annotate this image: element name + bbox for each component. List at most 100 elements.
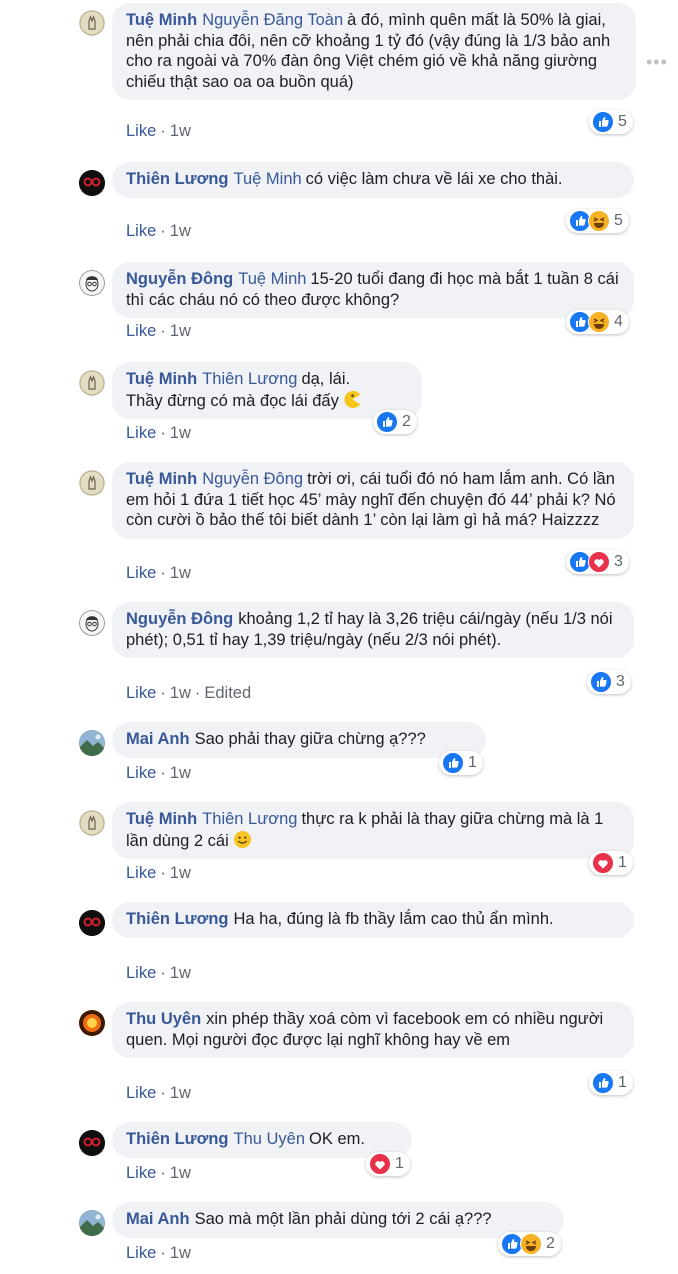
reaction-summary[interactable]: 5 — [589, 110, 633, 134]
comment-author[interactable]: Nguyễn Đông — [126, 610, 233, 628]
mention[interactable]: Thiên Lương — [202, 370, 297, 388]
like-button[interactable]: Like — [126, 1084, 156, 1102]
comment-text: à đó, mình quên mất là 50% là giai, nên … — [126, 11, 611, 91]
comment-author[interactable]: Tuệ Minh — [126, 810, 197, 828]
sketch-face-avatar-icon — [79, 610, 105, 636]
comment-text: Ha ha, đúng là fb thầy lắm cao thủ ẩn mì… — [233, 910, 554, 928]
timestamp[interactable]: 1w — [170, 222, 191, 240]
avatar[interactable] — [79, 10, 105, 36]
comment-bubble: Tuệ Minh Nguyễn Đăng Toàn à đó, mình quên … — [112, 3, 636, 100]
reaction-summary[interactable]: 1 — [589, 851, 633, 875]
timestamp[interactable]: 1w — [170, 1164, 191, 1182]
avatar[interactable] — [79, 270, 105, 296]
comment-author[interactable]: Thiên Lương — [126, 170, 229, 188]
hand-avatar-icon — [79, 10, 105, 36]
comment-actions: Like · 1w — [126, 964, 191, 982]
like-button[interactable]: Like — [126, 764, 156, 782]
like-button[interactable]: Like — [126, 964, 156, 982]
avatar[interactable] — [79, 470, 105, 496]
comment-bubble: Tuệ Minh Thiên Lương thực ra k phải là tha… — [112, 802, 634, 859]
comment-author[interactable]: Mai Anh — [126, 1210, 190, 1228]
comment-actions: Like · 1w — [126, 322, 191, 340]
comment-author[interactable]: Thiên Lương — [126, 1130, 229, 1148]
like-button[interactable]: Like — [126, 122, 156, 140]
timestamp[interactable]: 1w — [170, 964, 191, 982]
avatar[interactable] — [79, 1010, 105, 1036]
timestamp[interactable]: 1w — [170, 1244, 191, 1262]
timestamp[interactable]: 1w — [170, 1084, 191, 1102]
like-button[interactable]: Like — [126, 322, 156, 340]
comment-bubble: Thu Uyên xin phép thầy xoá còm vì faceboo… — [112, 1002, 634, 1058]
like-button[interactable]: Like — [126, 1244, 156, 1262]
reaction-summary[interactable]: 3 — [587, 670, 631, 694]
reaction-summary[interactable]: 2 — [498, 1232, 561, 1256]
like-button[interactable]: Like — [126, 564, 156, 582]
timestamp[interactable]: 1w — [170, 424, 191, 442]
mention[interactable]: Thiên Lương — [202, 810, 297, 828]
avatar[interactable] — [79, 810, 105, 836]
timestamp[interactable]: 1w — [170, 864, 191, 882]
comment-author[interactable]: Thiên Lương — [126, 910, 229, 928]
mention[interactable]: Nguyễn Đông — [202, 470, 303, 488]
like-icon — [590, 671, 612, 693]
like-button[interactable]: Like — [126, 424, 156, 442]
mention[interactable]: Tuệ Minh — [238, 270, 306, 288]
like-icon — [592, 1072, 614, 1094]
avatar[interactable] — [79, 1130, 105, 1156]
avatar[interactable] — [79, 910, 105, 936]
comment-bubble: Nguyễn Đông khoảng 1,2 tỉ hay là 3,26 tri… — [112, 602, 634, 658]
comment-bubble: Thiên Lương Thu Uyên OK em. — [112, 1122, 412, 1158]
timestamp[interactable]: 1w — [170, 684, 191, 702]
timestamp[interactable]: 1w — [170, 764, 191, 782]
comment-actions: Like · 1w · Edited — [126, 684, 252, 702]
timestamp[interactable]: 1w — [170, 322, 191, 340]
mention[interactable]: Tuệ Minh — [234, 170, 302, 188]
comment-actions: Like · 1w — [126, 222, 191, 240]
comment-actions: Like · 1w — [126, 764, 191, 782]
mention[interactable]: Thu Uyên — [234, 1130, 306, 1148]
sketch-face-avatar-icon — [79, 270, 105, 296]
like-button[interactable]: Like — [126, 684, 156, 702]
like-button[interactable]: Like — [126, 864, 156, 882]
comment-actions: Like · 1w — [126, 1084, 191, 1102]
timestamp[interactable]: 1w — [170, 122, 191, 140]
reaction-summary[interactable]: 4 — [566, 310, 629, 334]
mention[interactable]: Nguyễn Đăng Toàn — [202, 11, 343, 29]
reaction-summary[interactable]: 1 — [439, 751, 483, 775]
comment-actions: Like · 1w — [126, 564, 191, 582]
edited-label[interactable]: Edited — [204, 684, 251, 702]
reaction-summary[interactable]: 5 — [566, 209, 629, 233]
like-button[interactable]: Like — [126, 222, 156, 240]
avatar[interactable] — [79, 730, 105, 756]
like-button[interactable]: Like — [126, 1164, 156, 1182]
comment-actions: Like · 1w — [126, 122, 191, 140]
comment-bubble: Nguyễn Đông Tuệ Minh 15-20 tuổi đang đi họ… — [112, 262, 634, 318]
comment-author[interactable]: Tuệ Minh — [126, 11, 197, 29]
avatar[interactable] — [79, 170, 105, 196]
comment-actions: Like · 1w — [126, 864, 191, 882]
reaction-count: 1 — [618, 854, 627, 871]
reaction-summary[interactable]: 1 — [366, 1152, 410, 1176]
reaction-summary[interactable]: 1 — [589, 1071, 633, 1095]
love-icon — [588, 551, 610, 573]
fire-avatar-icon — [79, 1010, 105, 1036]
comment-author[interactable]: Mai Anh — [126, 730, 190, 748]
reaction-count: 1 — [468, 754, 477, 771]
comment-author[interactable]: Tuệ Minh — [126, 370, 197, 388]
avatar[interactable] — [79, 370, 105, 396]
reaction-summary[interactable]: 3 — [566, 550, 629, 574]
comment-text: thực ra k phải là thay giữa chừng mà là … — [126, 810, 604, 850]
comment-bubble: Thiên Lương Tuệ Minh có việc làm chưa về l… — [112, 162, 634, 198]
avatar[interactable] — [79, 1210, 105, 1236]
comment-author[interactable]: Tuệ Minh — [126, 470, 197, 488]
comment-author[interactable]: Nguyễn Đông — [126, 270, 233, 288]
like-icon — [442, 752, 464, 774]
reaction-summary[interactable]: 2 — [373, 410, 417, 434]
avatar[interactable] — [79, 610, 105, 636]
more-options-icon[interactable]: ••• — [646, 52, 668, 73]
comment-author[interactable]: Thu Uyên — [126, 1010, 201, 1028]
comment-actions: Like · 1w — [126, 1244, 191, 1262]
timestamp[interactable]: 1w — [170, 564, 191, 582]
reaction-count: 5 — [614, 212, 623, 229]
love-icon — [592, 852, 614, 874]
